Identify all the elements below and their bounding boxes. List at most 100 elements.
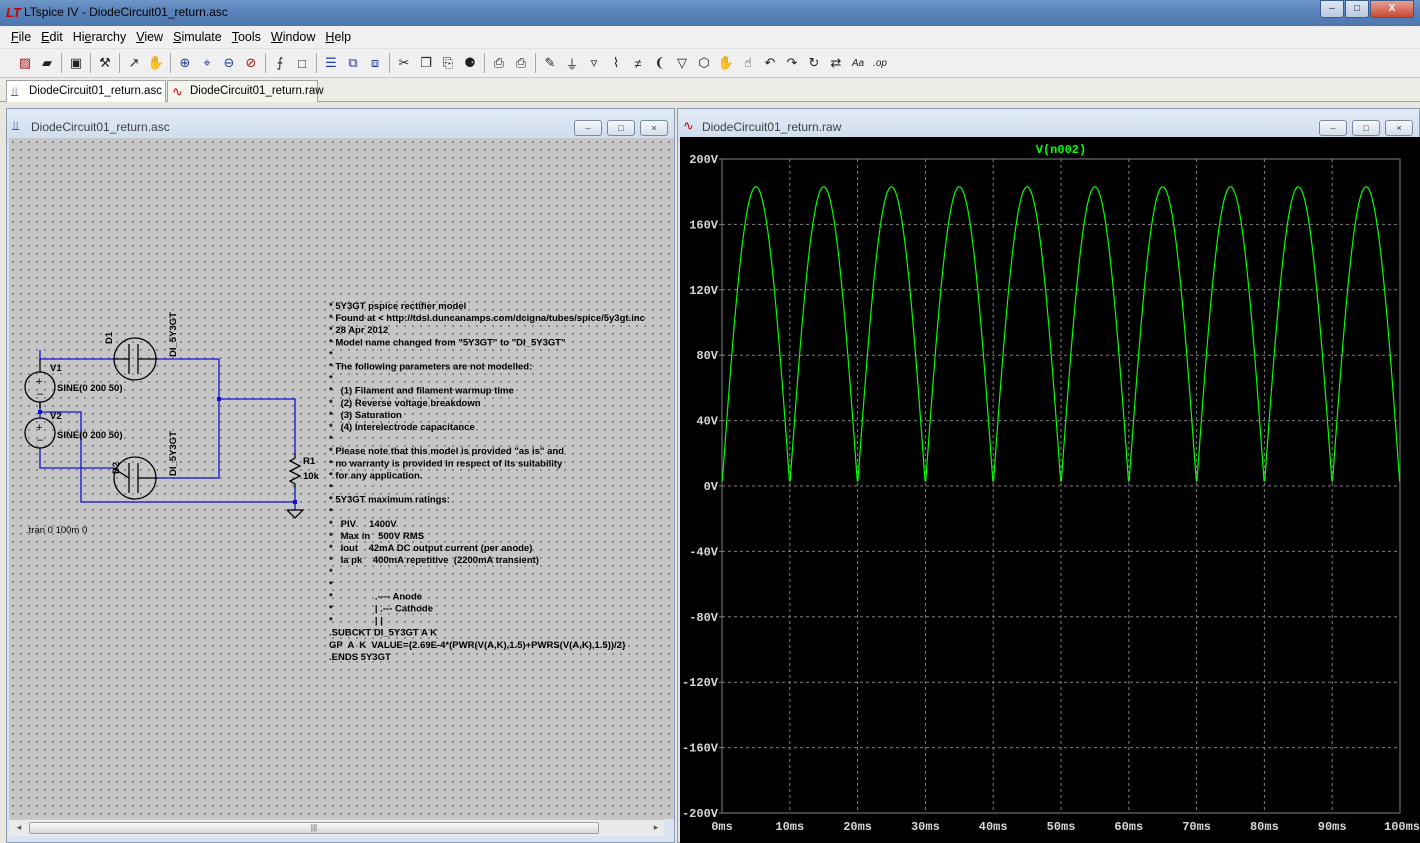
model-text-line: * Ia pk 400mA repetitive (2200mA transie… bbox=[329, 555, 539, 566]
run-icon[interactable]: ↗ bbox=[123, 52, 145, 74]
print-icon[interactable]: ⎙ bbox=[510, 52, 532, 74]
x-tick-label: 70ms bbox=[1182, 820, 1211, 834]
resistor-icon[interactable]: ⌇ bbox=[605, 52, 627, 74]
wire[interactable] bbox=[157, 358, 220, 399]
draw-wire-icon[interactable]: ✎ bbox=[539, 52, 561, 74]
pan-icon[interactable]: ⌖ bbox=[196, 52, 218, 74]
model-text-line: * bbox=[329, 349, 333, 360]
capacitor-icon[interactable]: ≠ bbox=[627, 52, 649, 74]
wire[interactable] bbox=[219, 398, 296, 453]
print-setup-icon[interactable]: ⎙ bbox=[488, 52, 510, 74]
svg-text:–: – bbox=[37, 434, 44, 446]
d1-tube[interactable] bbox=[113, 337, 157, 381]
scroll-right-button[interactable]: ▸ bbox=[650, 822, 662, 833]
find-icon[interactable]: ⚈ bbox=[459, 52, 481, 74]
menu-item-simulate[interactable]: Simulate bbox=[168, 27, 227, 47]
menu-item-window[interactable]: Window bbox=[266, 27, 320, 47]
tile-horizontal-icon[interactable]: ☰ bbox=[320, 52, 342, 74]
menu-text: elp bbox=[334, 30, 352, 44]
menu-item-view[interactable]: View bbox=[131, 27, 168, 47]
schematic-maximize-button[interactable]: □ bbox=[607, 120, 635, 136]
copy-icon[interactable]: ❐ bbox=[415, 52, 437, 74]
v2-source[interactable]: + – bbox=[24, 417, 56, 449]
tab-schematic[interactable]: ⫫ DiodeCircuit01_return.asc bbox=[6, 80, 166, 102]
junction bbox=[38, 410, 42, 414]
model-text-line: GP A K VALUE={2.69E-4*(PWR(V(A,K),1.5)+P… bbox=[329, 640, 626, 651]
tile-vertical-icon[interactable]: ⧈ bbox=[364, 52, 386, 74]
d1-ref-label: D1 bbox=[104, 331, 115, 344]
wire[interactable] bbox=[157, 399, 220, 479]
wire[interactable] bbox=[39, 350, 113, 360]
cascade-icon[interactable]: ⧉ bbox=[342, 52, 364, 74]
schematic-close-button[interactable]: × bbox=[640, 120, 668, 136]
cut-icon[interactable]: ✂ bbox=[393, 52, 415, 74]
menu-item-file[interactable]: File bbox=[6, 27, 36, 47]
inductor-icon[interactable]: ❨ bbox=[649, 52, 671, 74]
label-net-icon[interactable]: ▿ bbox=[583, 52, 605, 74]
model-comment-block[interactable]: * 5Y3GT pspice rectifier model* Found at… bbox=[329, 301, 645, 663]
menu-mnemonic: E bbox=[41, 30, 50, 44]
window-title-bar: LT LTspice IV - DiodeCircuit01_return.as… bbox=[0, 0, 1420, 26]
document-tabs: ⫫ DiodeCircuit01_return.asc ∿ DiodeCircu… bbox=[0, 78, 1420, 102]
drag-icon[interactable]: ☝ bbox=[737, 52, 759, 74]
wire[interactable] bbox=[39, 448, 113, 469]
rotate-icon[interactable]: ↻ bbox=[803, 52, 825, 74]
waveform-close-button[interactable]: × bbox=[1385, 120, 1413, 136]
halt-icon[interactable]: ✋ bbox=[145, 52, 167, 74]
mirror-icon[interactable]: ⇄ bbox=[825, 52, 847, 74]
plot-pane[interactable]: 200V 160V 120V 80V 40V 0V -40V -80V -120V -160V -2… bbox=[680, 137, 1420, 843]
menu-item-tools[interactable]: Tools bbox=[227, 27, 266, 47]
schematic-drawing: + – + – D1 DI_5Y3GT D2 DI_5Y3GT V1 SINE(… bbox=[24, 301, 645, 663]
control-panel-icon[interactable]: ⚒ bbox=[94, 52, 116, 74]
model-text-line: * bbox=[329, 579, 333, 590]
menu-item-help[interactable]: Help bbox=[320, 27, 356, 47]
delete-traces-icon[interactable]: □ bbox=[291, 52, 313, 74]
schematic-minimize-button[interactable]: – bbox=[574, 120, 602, 136]
scroll-left-button[interactable]: ◂ bbox=[13, 822, 25, 833]
schematic-canvas[interactable]: + – + – D1 DI_5Y3GT D2 DI_5Y3GT V1 SINE(… bbox=[9, 138, 674, 819]
menu-item-edit[interactable]: Edit bbox=[36, 27, 68, 47]
junction bbox=[217, 397, 221, 401]
model-text-line: * | .--- Cathode bbox=[329, 604, 433, 615]
component-icon[interactable]: ⬡ bbox=[693, 52, 715, 74]
waveform-maximize-button[interactable]: □ bbox=[1352, 120, 1380, 136]
spice-directive-icon[interactable]: .op bbox=[869, 52, 891, 74]
close-button[interactable]: X bbox=[1370, 0, 1414, 18]
menu-item-hierarchy[interactable]: Hierarchy bbox=[68, 27, 132, 47]
autorange-icon[interactable]: ⨍ bbox=[269, 52, 291, 74]
save-icon[interactable]: ▣ bbox=[65, 52, 87, 74]
scroll-thumb[interactable]: ||| bbox=[29, 822, 599, 834]
d2-ref-label: D2 bbox=[111, 462, 122, 474]
schematic-icon: ⫫ bbox=[11, 84, 19, 99]
tab-label: DiodeCircuit01_return.raw bbox=[190, 85, 324, 97]
model-text-line: .SUBCKT DI_5Y3GT A K bbox=[329, 628, 437, 639]
diode-icon[interactable]: ▽ bbox=[671, 52, 693, 74]
ground-symbol[interactable] bbox=[286, 509, 305, 519]
toolbar: ▨ ▰ ▣ ⚒ ↗ ✋ ⊕ ⌖ ⊖ ⊘ ⨍ □ ☰ ⧉ ⧈ ✂ ❐ ⎘ ⚈ ⎙ ⎙ ✎ ⏚ ▿ ⌇ ≠ ❨ ▽ ⬡ ✋ ☝ ↶ ↷ ↻ ⇄ Aa .op bbox=[0, 48, 1420, 78]
x-tick-label: 30ms bbox=[911, 820, 940, 834]
text-icon[interactable]: Aa bbox=[847, 52, 869, 74]
zoom-out-icon[interactable]: ⊖ bbox=[218, 52, 240, 74]
minimize-button[interactable]: – bbox=[1320, 0, 1344, 18]
maximize-button[interactable]: □ bbox=[1345, 0, 1369, 18]
undo-icon[interactable]: ↶ bbox=[759, 52, 781, 74]
trace-title[interactable]: V(n002) bbox=[1036, 143, 1086, 157]
model-text-line: * bbox=[329, 374, 333, 385]
open-icon[interactable]: ▰ bbox=[36, 52, 58, 74]
new-schematic-icon[interactable]: ▨ bbox=[14, 52, 36, 74]
move-icon[interactable]: ✋ bbox=[715, 52, 737, 74]
schematic-horizontal-scrollbar[interactable]: ◂ ||| ▸ bbox=[9, 819, 664, 836]
menu-text: iew bbox=[144, 30, 164, 44]
r1-resistor[interactable] bbox=[288, 453, 302, 488]
paste-icon[interactable]: ⎘ bbox=[437, 52, 459, 74]
model-text-line: * .---- Anode bbox=[329, 591, 422, 602]
redo-icon[interactable]: ↷ bbox=[781, 52, 803, 74]
tab-waveform[interactable]: ∿ DiodeCircuit01_return.raw bbox=[167, 80, 324, 102]
waveform-minimize-button[interactable]: – bbox=[1319, 120, 1347, 136]
zoom-fit-icon[interactable]: ⊘ bbox=[240, 52, 262, 74]
menu-text: ile bbox=[18, 30, 32, 44]
ground-icon[interactable]: ⏚ bbox=[561, 52, 583, 74]
model-text-line: * (4) Interelectrode capacitance bbox=[329, 422, 475, 433]
zoom-in-icon[interactable]: ⊕ bbox=[174, 52, 196, 74]
tran-directive[interactable]: .tran 0 100m 0 bbox=[26, 525, 87, 536]
